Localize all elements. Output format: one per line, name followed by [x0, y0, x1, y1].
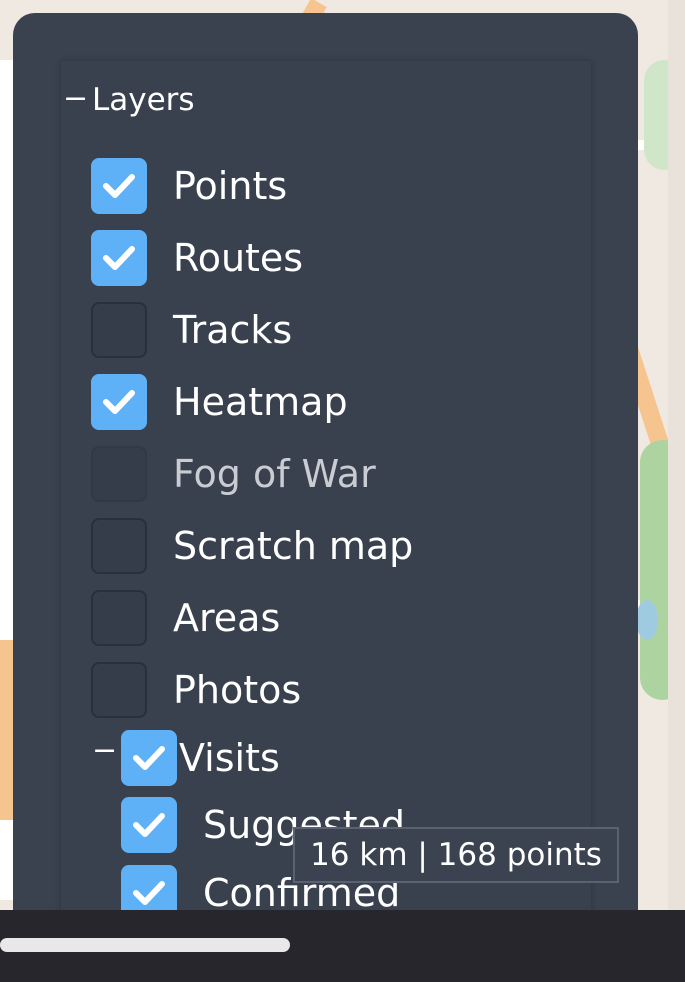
checkmark-icon: [103, 390, 135, 414]
fog-of-war-label: Fog of War: [173, 452, 376, 496]
routes-checkbox[interactable]: [91, 230, 147, 286]
checkmark-icon: [133, 746, 165, 770]
layers-collapse-toggle[interactable]: −: [63, 84, 88, 114]
layers-title[interactable]: Layers: [92, 82, 195, 118]
layer-routes[interactable]: Routes: [91, 228, 303, 288]
layer-visits[interactable]: Visits: [121, 728, 280, 788]
checkmark-icon: [103, 174, 135, 198]
layer-heatmap[interactable]: Heatmap: [91, 372, 348, 432]
areas-checkbox[interactable]: [91, 590, 147, 646]
scratch-map-label: Scratch map: [173, 524, 414, 568]
points-checkbox[interactable]: [91, 158, 147, 214]
heatmap-checkbox[interactable]: [91, 374, 147, 430]
heatmap-label: Heatmap: [173, 380, 348, 424]
routes-label: Routes: [173, 236, 304, 280]
checkmark-icon: [133, 813, 165, 837]
layer-tracks[interactable]: Tracks: [91, 300, 292, 360]
visits-collapse-toggle[interactable]: −: [92, 736, 117, 766]
points-label: Points: [173, 164, 288, 208]
layer-photos[interactable]: Photos: [91, 660, 301, 720]
tracks-checkbox[interactable]: [91, 302, 147, 358]
tracks-label: Tracks: [173, 308, 293, 352]
suggested-checkbox[interactable]: [121, 797, 177, 853]
visits-label: Visits: [179, 736, 280, 780]
horizontal-scrollbar[interactable]: [0, 938, 290, 952]
layer-scratch-map[interactable]: Scratch map: [91, 516, 413, 576]
photos-checkbox[interactable]: [91, 662, 147, 718]
route-stats-tooltip: 16 km | 168 points: [293, 827, 619, 883]
photos-label: Photos: [173, 668, 302, 712]
layer-points[interactable]: Points: [91, 156, 287, 216]
visits-checkbox[interactable]: [121, 730, 177, 786]
layer-fog-of-war[interactable]: Fog of War: [91, 444, 376, 504]
areas-label: Areas: [173, 596, 281, 640]
fog-of-war-checkbox[interactable]: [91, 446, 147, 502]
layer-areas[interactable]: Areas: [91, 588, 280, 648]
checkmark-icon: [133, 881, 165, 905]
scratch-map-checkbox[interactable]: [91, 518, 147, 574]
checkmark-icon: [103, 246, 135, 270]
